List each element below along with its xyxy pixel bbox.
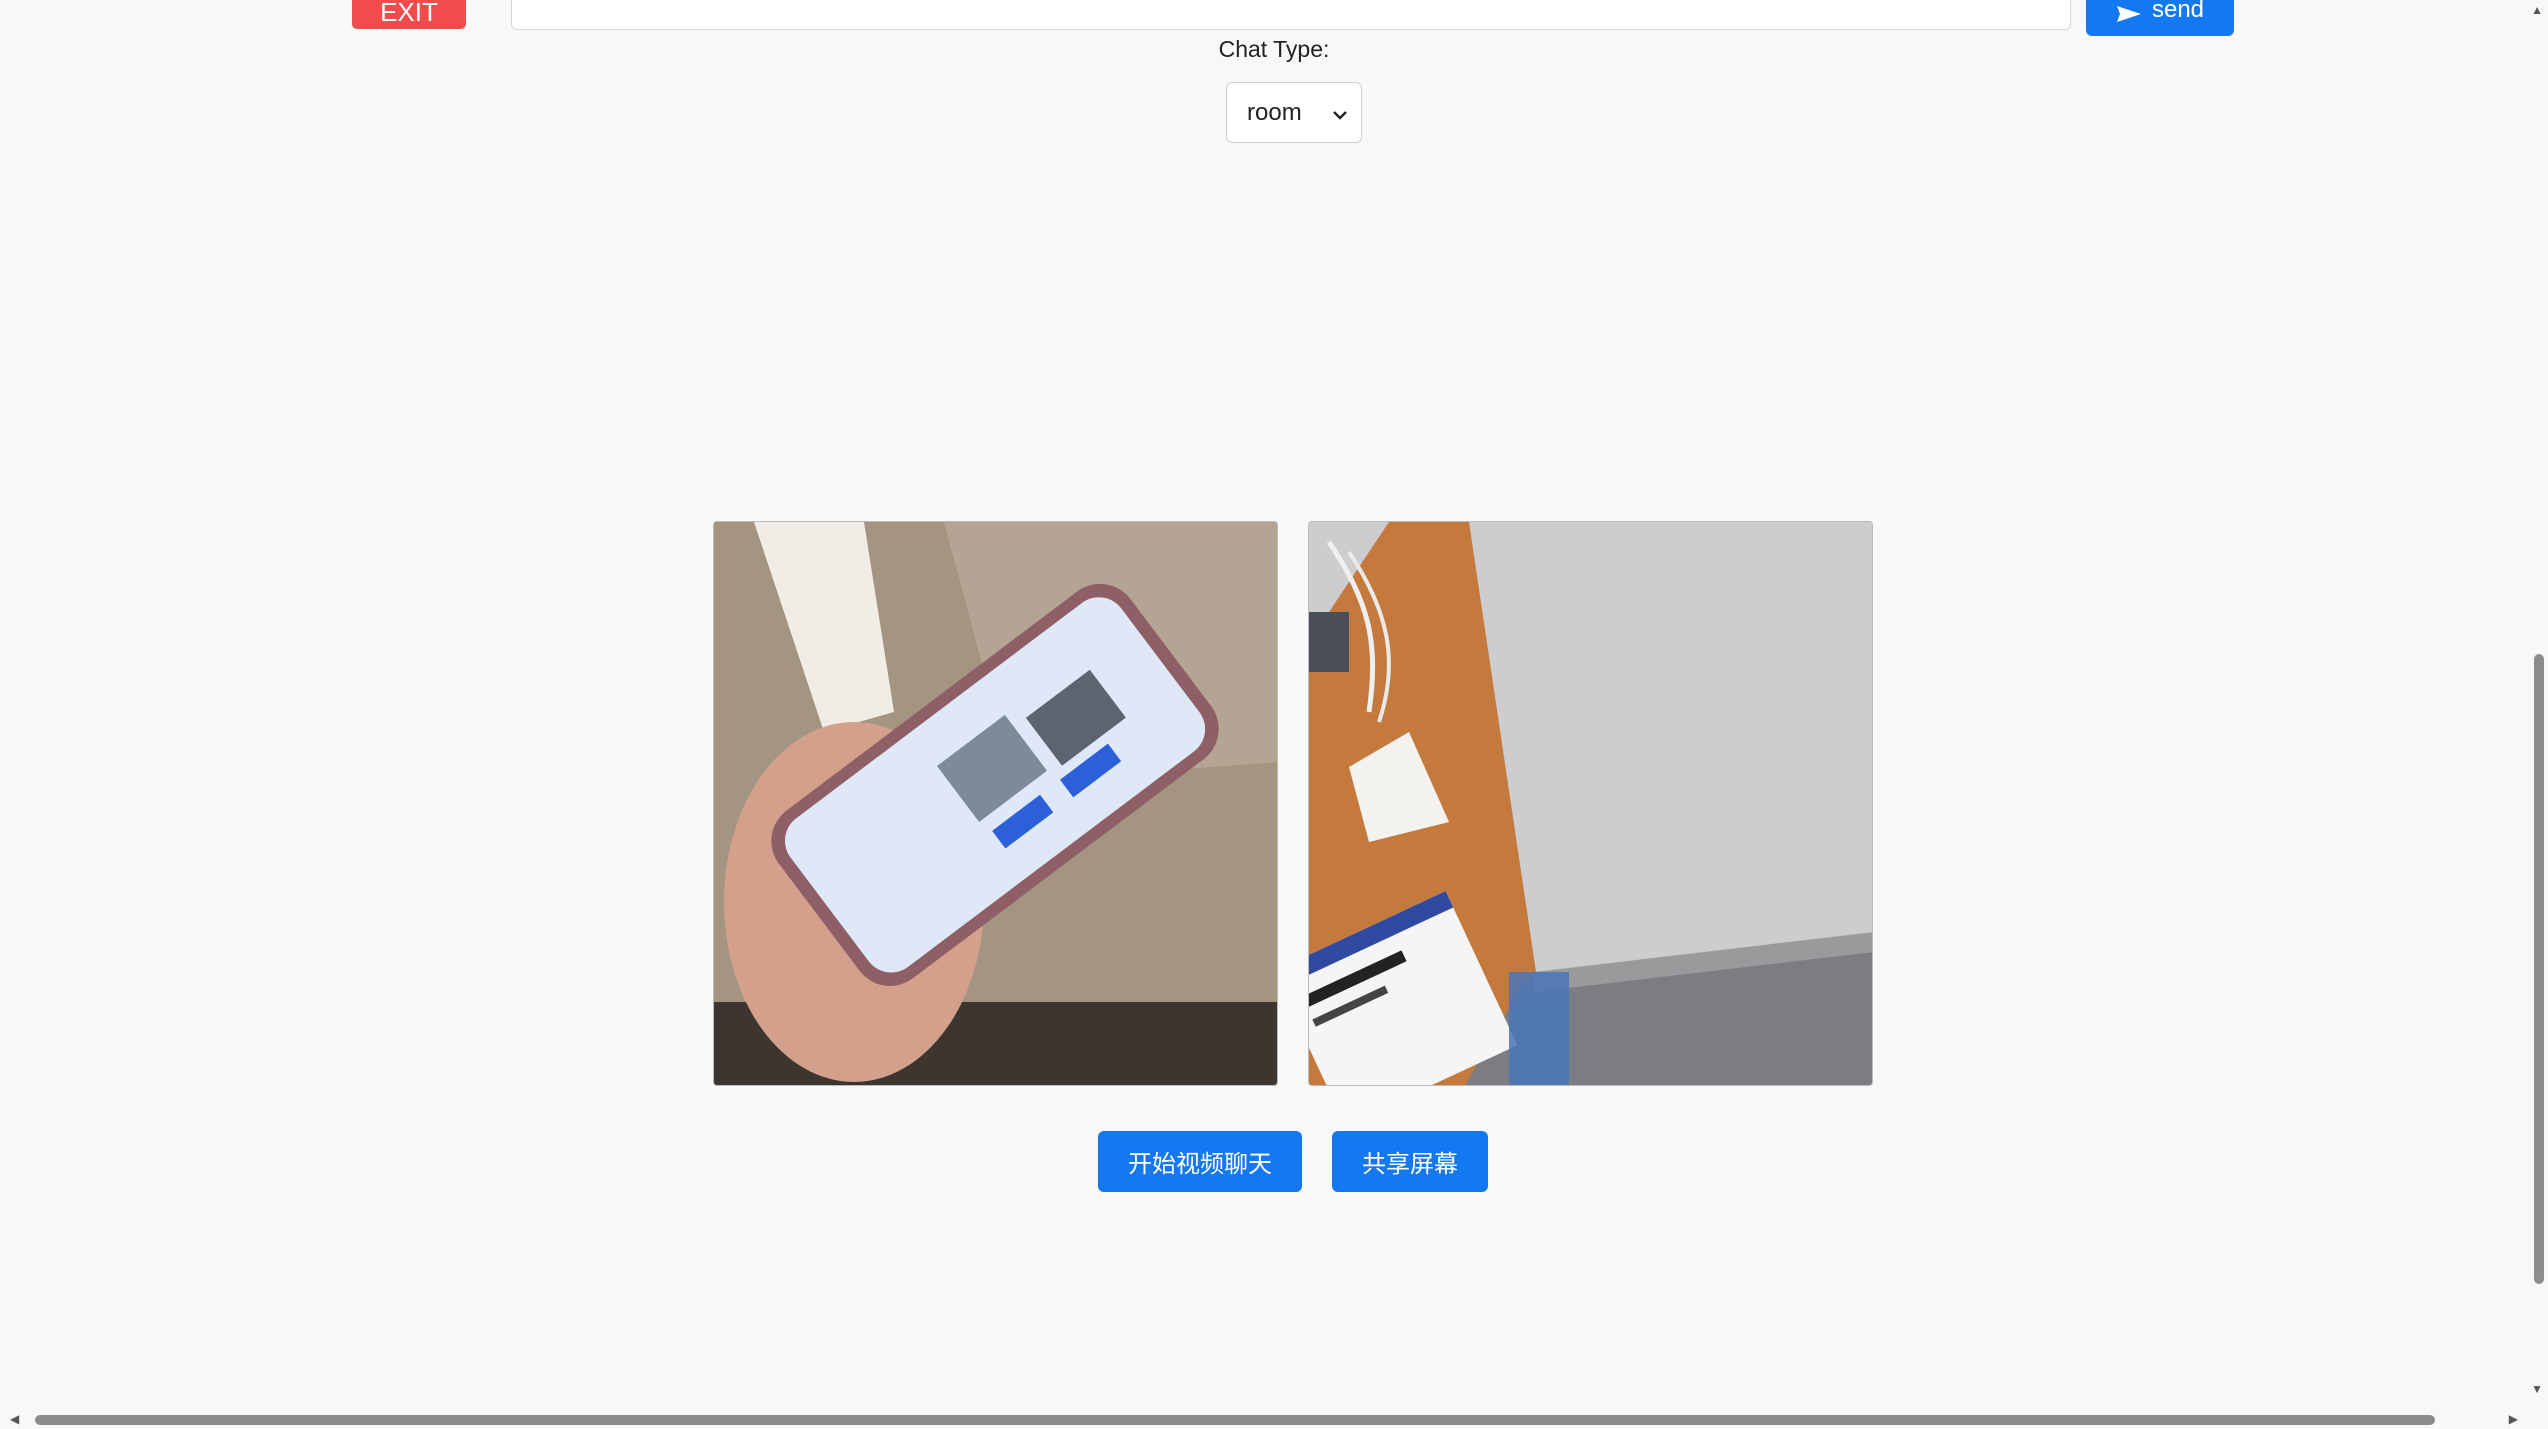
remote-video — [1308, 521, 1873, 1086]
page: EXIT send Chat Type: room 开始视频聊天 共享屏幕 ▲ … — [0, 0, 2548, 1429]
chat-type-select[interactable]: room — [1226, 82, 1362, 143]
local-video-frame — [714, 522, 1277, 1085]
chat-type-value: room — [1247, 98, 1302, 126]
scroll-right-arrow-icon[interactable]: ▶ — [2509, 1413, 2518, 1425]
scroll-down-arrow-icon[interactable]: ▼ — [2531, 1383, 2543, 1395]
scroll-left-arrow-icon[interactable]: ◀ — [10, 1413, 19, 1425]
remote-video-frame — [1309, 522, 1872, 1085]
vertical-scroll-thumb[interactable] — [2534, 654, 2544, 1284]
horizontal-scroll-thumb[interactable] — [35, 1415, 2435, 1425]
chevron-down-icon — [1333, 99, 1347, 127]
send-icon — [2116, 4, 2142, 24]
start-video-chat-button[interactable]: 开始视频聊天 — [1098, 1131, 1302, 1192]
scroll-up-arrow-icon[interactable]: ▲ — [2531, 4, 2543, 16]
message-input[interactable] — [511, 0, 2071, 30]
local-video — [713, 521, 1278, 1086]
send-button[interactable]: send — [2086, 0, 2234, 36]
video-controls: 开始视频聊天 共享屏幕 — [1098, 1131, 1488, 1192]
send-label: send — [2151, 0, 2205, 23]
horizontal-scrollbar[interactable]: ◀ ▶ — [0, 1409, 2548, 1429]
share-screen-button[interactable]: 共享屏幕 — [1332, 1131, 1488, 1192]
exit-button[interactable]: EXIT — [352, 0, 466, 29]
chat-type-label: Chat Type: — [1218, 36, 1330, 62]
vertical-scrollbar[interactable]: ▲ ▼ — [2526, 0, 2548, 1410]
